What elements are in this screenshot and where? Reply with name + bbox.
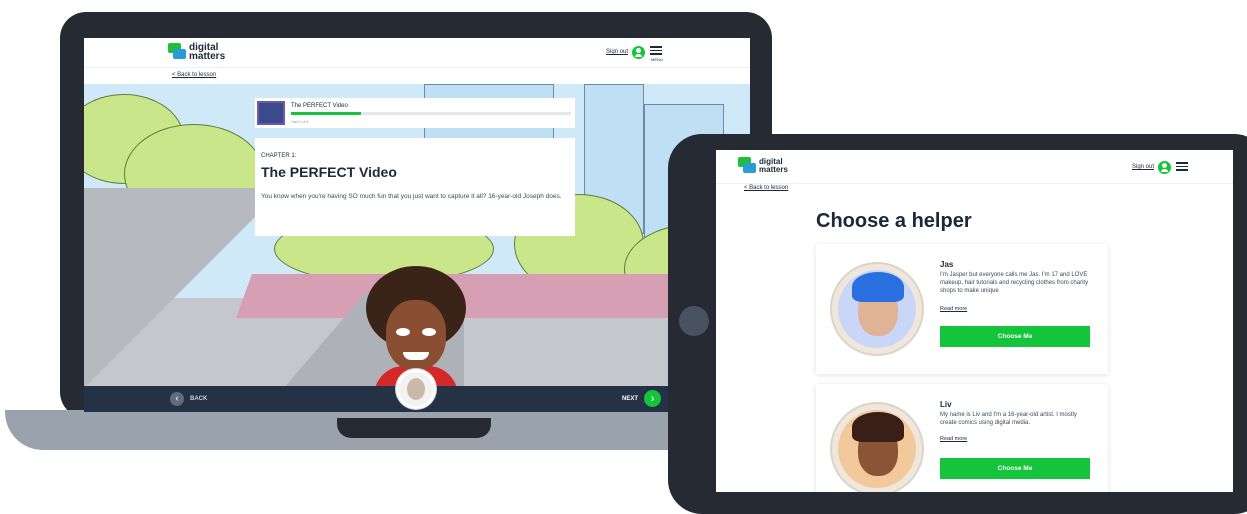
user-icon[interactable] xyxy=(1158,161,1171,174)
speech-bubbles-icon xyxy=(168,43,186,61)
brand-line2: matters xyxy=(189,51,226,62)
read-more-link[interactable]: Read more xyxy=(940,436,967,442)
page-title: Choose a helper xyxy=(816,210,972,232)
chapter-title: The PERFECT Video xyxy=(291,103,348,109)
laptop-screen: digital matters Sign out MENU < Back to … xyxy=(84,38,750,412)
sign-out-link[interactable]: Sign out xyxy=(606,49,628,55)
laptop-header: digital matters Sign out MENU xyxy=(84,38,750,68)
skate-ramp xyxy=(84,188,284,386)
helper-description: I'm Jasper but everyone calls me Jas. I'… xyxy=(940,272,1089,294)
speech-bubbles-icon xyxy=(738,157,756,175)
card-progress-text: Card 1 of 6 xyxy=(291,120,309,124)
character-joseph xyxy=(366,266,466,386)
helper-card-liv: Liv My name is Liv and I'm a 16-year-old… xyxy=(816,384,1108,492)
back-to-lesson-link[interactable]: < Back to lesson xyxy=(744,185,788,191)
menu-icon[interactable] xyxy=(1176,162,1188,173)
choose-me-button[interactable]: Choose Me xyxy=(940,326,1090,347)
read-more-link[interactable]: Read more xyxy=(940,306,967,312)
back-to-lesson-link[interactable]: < Back to lesson xyxy=(172,72,216,78)
liv-portrait xyxy=(830,402,924,492)
helper-name: Jas xyxy=(940,260,954,269)
helper-card-jas: Jas I'm Jasper but everyone calls me Jas… xyxy=(816,244,1108,374)
next-label[interactable]: NEXT xyxy=(622,396,638,402)
progress-fill xyxy=(291,112,361,115)
tablet-screen: digital matters Sign out < Back to lesso… xyxy=(716,150,1236,492)
back-label[interactable]: BACK xyxy=(190,396,207,402)
next-button[interactable]: › xyxy=(644,390,661,407)
jas-portrait xyxy=(830,262,924,356)
choose-me-button[interactable]: Choose Me xyxy=(940,458,1090,479)
helper-avatar[interactable] xyxy=(396,369,436,409)
chapter-heading: The PERFECT Video xyxy=(261,164,397,180)
brand-line2: matters xyxy=(759,165,788,174)
chapter-progress-header: The PERFECT Video Card 1 of 6 xyxy=(255,98,575,128)
chapter-label: CHAPTER 1: xyxy=(261,153,297,159)
chapter-text-box: CHAPTER 1: The PERFECT Video You know wh… xyxy=(255,138,575,236)
sign-out-link[interactable]: Sign out xyxy=(1132,164,1154,170)
user-icon[interactable] xyxy=(632,46,645,59)
back-button[interactable]: ‹ xyxy=(170,392,184,406)
helper-description: My name is Liv and I'm a 16-year-old art… xyxy=(940,412,1077,426)
digital-matters-logo[interactable]: digital matters xyxy=(738,157,788,175)
tablet-header: digital matters Sign out xyxy=(716,150,1233,184)
helper-name: Liv xyxy=(940,400,952,409)
chapter-progress-bar xyxy=(291,112,571,115)
laptop-notch xyxy=(337,418,491,438)
menu-icon[interactable] xyxy=(650,46,662,57)
chapter-thumbnail xyxy=(257,101,285,125)
tablet-home-button xyxy=(679,306,709,336)
digital-matters-logo[interactable]: digital matters xyxy=(168,43,226,62)
chapter-body: You know when you're having SO much fun … xyxy=(261,193,562,200)
menu-label: MENU xyxy=(651,57,663,62)
